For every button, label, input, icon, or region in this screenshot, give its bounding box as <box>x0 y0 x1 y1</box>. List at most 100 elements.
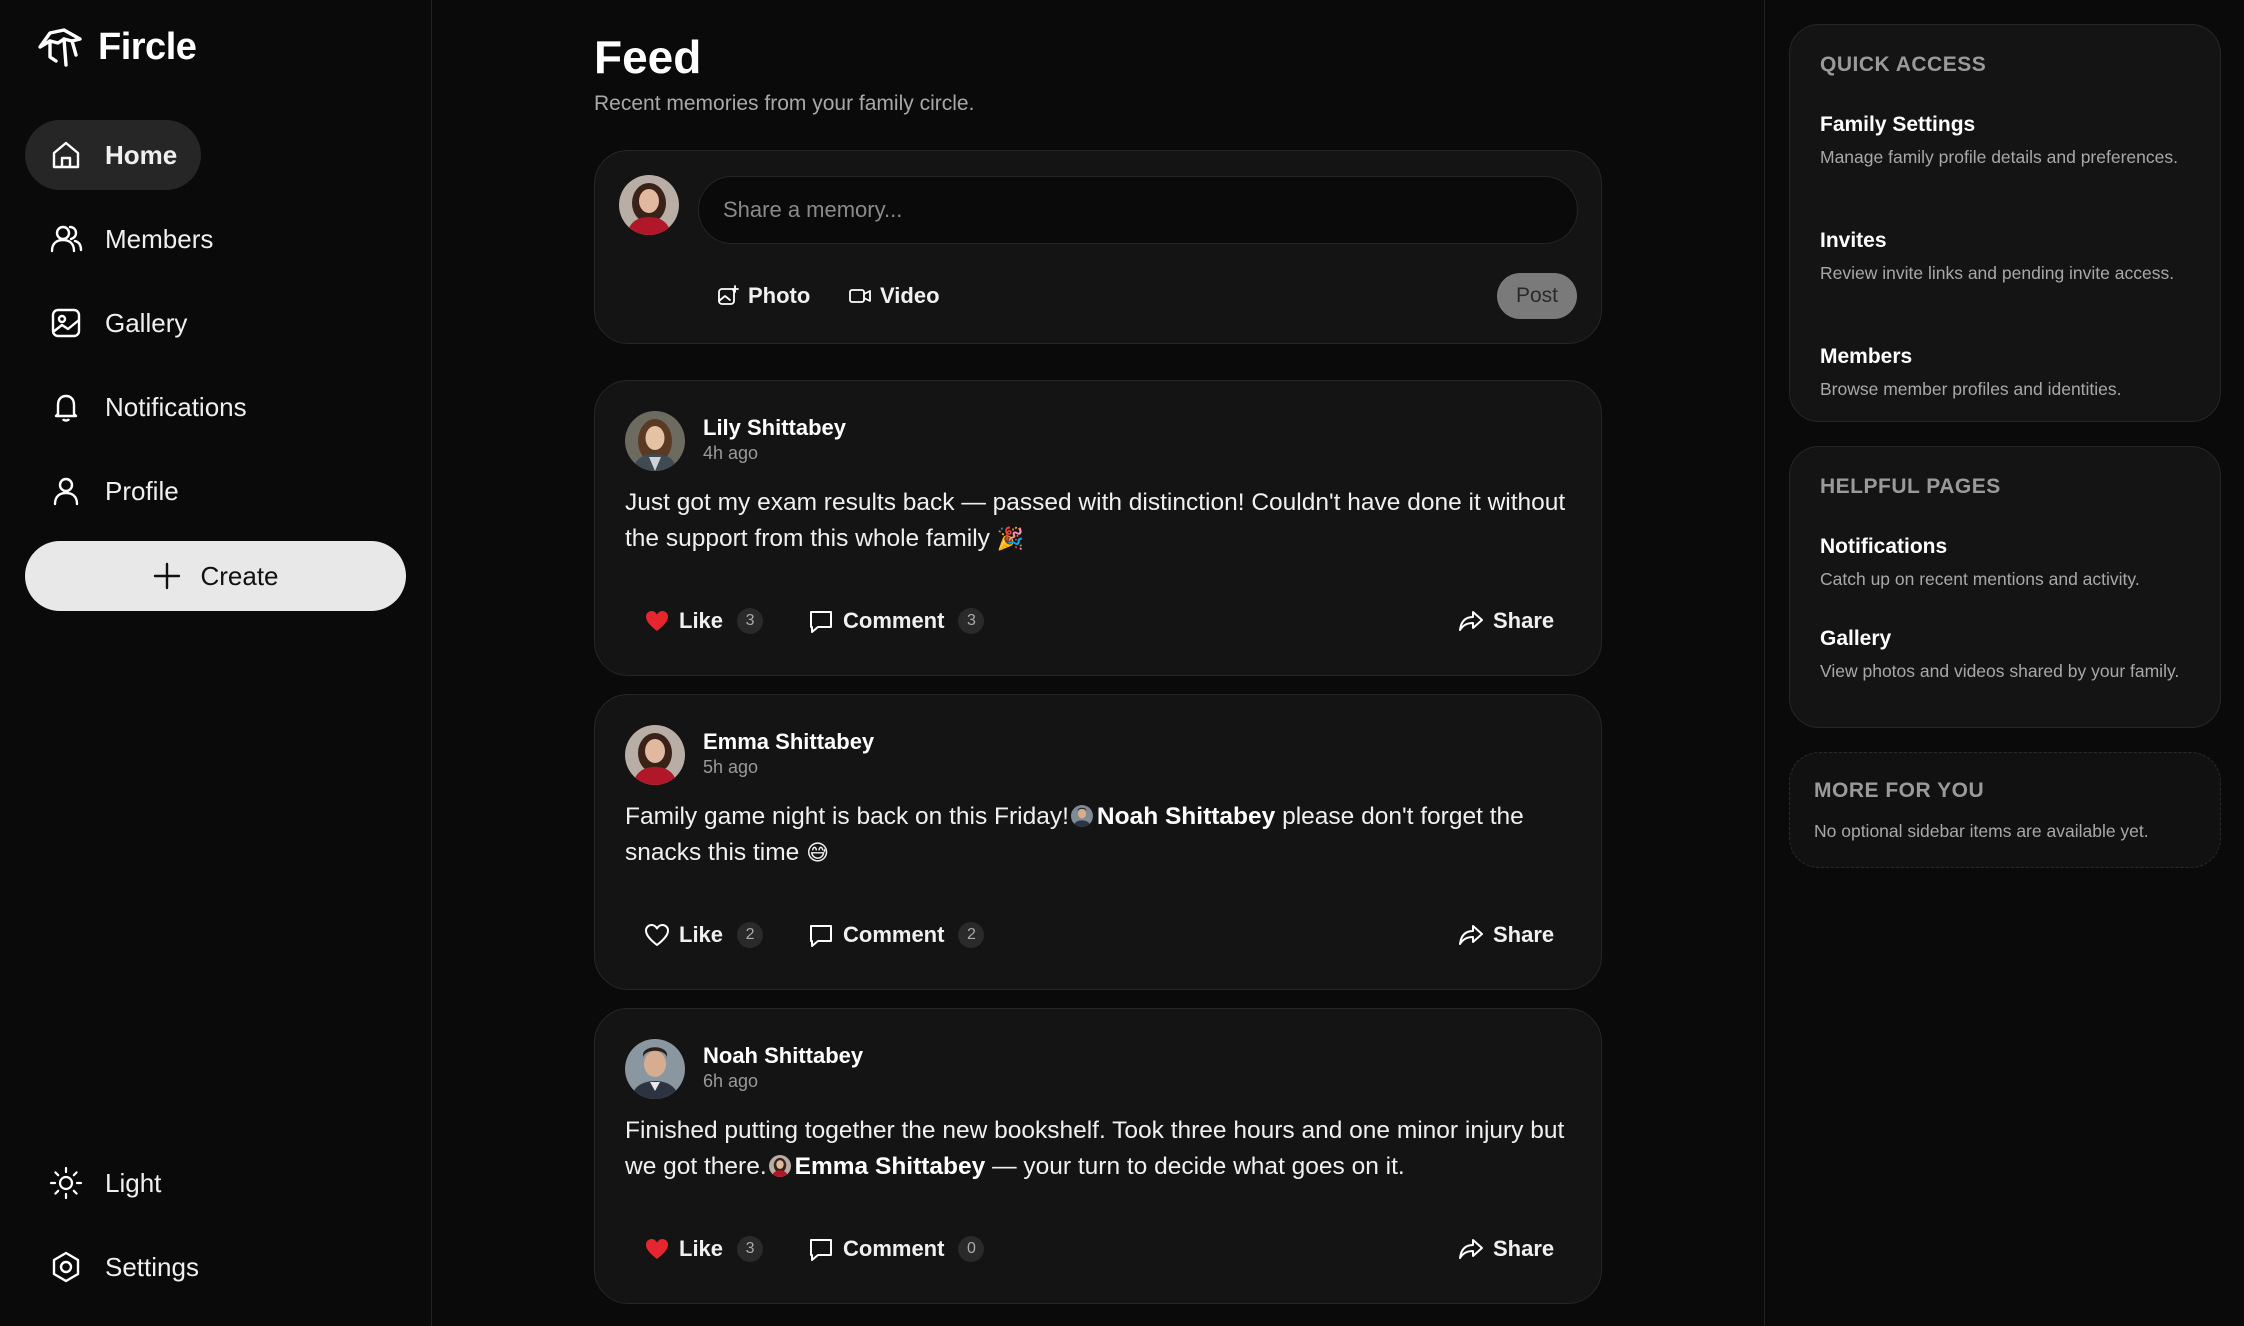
helpful-pages-title: HELPFUL PAGES <box>1820 475 2001 498</box>
post-button[interactable]: Post <box>1497 273 1577 319</box>
more-for-you-card: MORE FOR YOU No optional sidebar items a… <box>1789 752 2221 868</box>
post-actions: Like 3 Comment 3 Share <box>595 599 1601 643</box>
nav-notifications-label: Notifications <box>105 391 247 422</box>
link-title: Invites <box>1820 229 1887 252</box>
heart-filled-icon <box>646 1239 668 1259</box>
comment-button[interactable]: Comment 3 <box>807 599 985 643</box>
like-label: Like <box>679 922 724 947</box>
mention-avatar <box>1070 805 1093 827</box>
home-icon <box>52 141 80 169</box>
nav-members-label: Members <box>105 223 214 254</box>
author-avatar[interactable] <box>625 411 685 471</box>
author-avatar[interactable] <box>625 725 685 785</box>
mention-link[interactable]: Noah Shittabey <box>1097 803 1275 830</box>
post-text-body: Family game night is back on this Friday… <box>625 803 1069 830</box>
like-label: Like <box>679 1236 724 1261</box>
page-subtitle: Recent memories from your family circle. <box>594 92 975 115</box>
nav-profile[interactable]: Profile <box>25 456 203 526</box>
post-time: 4h ago <box>703 443 759 463</box>
share-memory-input[interactable] <box>698 176 1578 244</box>
link-description: Browse member profiles and identities. <box>1820 379 2122 399</box>
nav-settings[interactable]: Settings <box>25 1232 223 1302</box>
post-composer: Photo Video Post <box>594 150 1602 344</box>
nav-home-label: Home <box>105 139 178 170</box>
video-icon <box>849 289 871 303</box>
link-description: View photos and videos shared by your fa… <box>1820 661 2180 681</box>
quick-access-title: QUICK ACCESS <box>1820 53 1987 76</box>
link-title: Notifications <box>1820 535 1948 558</box>
heart-filled-icon <box>646 611 668 631</box>
link-description: Manage family profile details and prefer… <box>1820 147 2178 167</box>
more-for-you-title: MORE FOR YOU <box>1814 779 1985 802</box>
heart-outline-icon <box>645 924 669 946</box>
author-name[interactable]: Emma Shittabey <box>703 729 874 755</box>
comment-icon <box>810 925 832 947</box>
feed-post: Lily Shittabey 4h ago Just got my exam r… <box>594 380 1602 676</box>
post-text-tail: — your turn to decide what goes on it. <box>992 1153 1405 1180</box>
author-name[interactable]: Noah Shittabey <box>703 1043 863 1069</box>
share-button[interactable]: Share <box>1457 599 1554 643</box>
comment-label: Comment <box>843 1236 945 1261</box>
nav-home[interactable]: Home <box>25 120 202 190</box>
like-label: Like <box>679 608 724 633</box>
like-count: 3 <box>737 608 764 634</box>
share-icon <box>1459 611 1483 631</box>
share-label: Share <box>1493 922 1555 947</box>
comment-button[interactable]: Comment 2 <box>807 913 985 957</box>
post-text-body: Just got my exam results back — passed w… <box>625 489 1566 552</box>
share-label: Share <box>1493 608 1555 633</box>
like-button[interactable]: Like 2 <box>643 913 764 957</box>
comment-count: 2 <box>958 922 985 948</box>
feed-post: Noah Shittabey 6h ago Finished putting t… <box>594 1008 1602 1304</box>
share-icon <box>1459 925 1483 945</box>
post-time: 5h ago <box>703 757 759 777</box>
brand[interactable]: Fircle <box>36 26 197 69</box>
share-icon <box>1459 1239 1483 1259</box>
share-button[interactable]: Share <box>1457 1227 1554 1271</box>
mention-avatar <box>768 1155 791 1177</box>
video-button[interactable]: Video <box>848 273 940 319</box>
helpful-pages-card: HELPFUL PAGES Notifications Catch up on … <box>1789 446 2221 728</box>
nav-gallery[interactable]: Gallery <box>25 288 211 358</box>
mention-link[interactable]: Emma Shittabey <box>795 1153 986 1180</box>
comment-icon <box>810 611 832 633</box>
photo-button-label: Photo <box>748 283 811 308</box>
quick-access-card: QUICK ACCESS Family Settings Manage fami… <box>1789 24 2221 422</box>
nav-members[interactable]: Members <box>25 204 237 274</box>
create-button-label: Create <box>200 560 279 591</box>
like-count: 2 <box>737 922 764 948</box>
members-icon <box>50 225 83 253</box>
user-icon <box>53 477 79 506</box>
plus-icon <box>154 562 181 590</box>
author-name[interactable]: Lily Shittabey <box>703 415 846 441</box>
author-avatar[interactable] <box>625 1039 685 1099</box>
current-user-avatar[interactable] <box>619 175 679 235</box>
like-button[interactable]: Like 3 <box>643 599 764 643</box>
comment-button[interactable]: Comment 0 <box>807 1227 985 1271</box>
like-button[interactable]: Like 3 <box>643 1227 764 1271</box>
party-emoji: 🎉 <box>996 527 1025 552</box>
create-button[interactable]: Create <box>25 541 406 611</box>
theme-toggle[interactable]: Light <box>25 1148 185 1218</box>
sun-icon <box>49 1166 83 1200</box>
link-title: Gallery <box>1820 627 1892 650</box>
settings-icon <box>52 1251 80 1283</box>
gallery-icon <box>51 308 81 338</box>
video-button-label: Video <box>880 283 940 308</box>
theme-toggle-label: Light <box>105 1167 162 1198</box>
post-text: Family game night is back on this Friday… <box>625 799 1575 872</box>
photo-button[interactable]: Photo <box>716 273 810 319</box>
share-button[interactable]: Share <box>1457 913 1554 957</box>
post-actions: Like 2 Comment 2 Share <box>595 913 1601 957</box>
share-label: Share <box>1493 1236 1555 1261</box>
link-title: Members <box>1820 345 1913 368</box>
image-plus-icon <box>718 285 739 305</box>
like-count: 3 <box>737 1236 764 1262</box>
link-description: Catch up on recent mentions and activity… <box>1820 569 2140 589</box>
nav-gallery-label: Gallery <box>105 307 188 338</box>
bell-icon <box>54 394 78 422</box>
nav-notifications[interactable]: Notifications <box>25 372 271 442</box>
post-text: Just got my exam results back — passed w… <box>625 485 1575 558</box>
post-text: Finished putting together the new booksh… <box>625 1113 1575 1185</box>
comment-label: Comment <box>843 922 945 947</box>
